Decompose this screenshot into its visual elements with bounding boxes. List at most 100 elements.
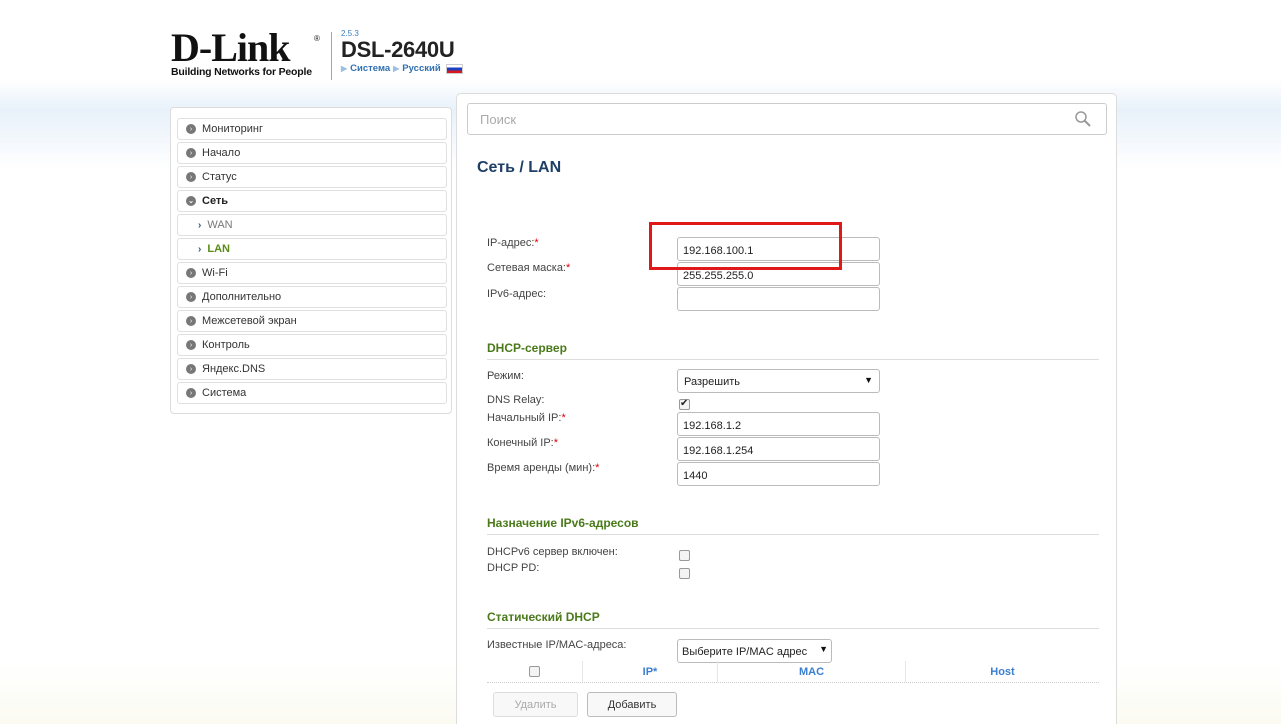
sidebar-item-label: Мониторинг <box>202 123 264 135</box>
static-dhcp-table-header: IP* MAC Host <box>487 661 1099 683</box>
search-icon[interactable] <box>1074 110 1092 128</box>
sidebar-item-label: Контроль <box>202 339 250 351</box>
sidebar-item-advanced[interactable]: › Дополнительно <box>177 286 447 308</box>
breadcrumb: ▶ Система ▶ Русский <box>341 63 463 74</box>
device-info: 2.5.3 DSL-2640U ▶ Система ▶ Русский <box>341 29 463 74</box>
sidebar-item-label: Сеть <box>202 195 229 207</box>
dropdown-arrow-icon: ▼ <box>864 375 873 385</box>
chevron-right-icon: › <box>198 243 202 255</box>
dns-relay-checkbox[interactable] <box>679 398 690 410</box>
ipv6-address-field[interactable] <box>677 287 880 311</box>
sidebar-item-start[interactable]: › Начало <box>177 142 447 164</box>
required-mark: * <box>595 462 600 474</box>
dhcp-mode-select[interactable]: Разрешить ▼ <box>677 369 880 393</box>
ip-address-label-text: IP-адрес: <box>487 237 535 249</box>
known-addresses-value: Выберите IP/MAC адрес <box>682 646 808 658</box>
expand-icon: › <box>186 268 196 278</box>
sidebar-item-label: LAN <box>207 243 230 255</box>
known-addresses-select[interactable]: Выберите IP/MAC адрес ▼ <box>677 639 832 663</box>
lease-time-label: Время аренды (мин):* <box>487 462 599 474</box>
sidebar: › Мониторинг › Начало › Статус ⌄ Сеть › … <box>170 107 452 414</box>
dns-relay-label: DNS Relay: <box>487 394 545 406</box>
sidebar-item-label: Яндекс.DNS <box>202 363 266 375</box>
language-link[interactable]: Русский <box>402 63 440 74</box>
subnet-mask-label: Сетевая маска:* <box>487 262 570 274</box>
delete-button[interactable]: Удалить <box>493 692 578 717</box>
dhcpv6-server-label: DHCPv6 сервер включен: <box>487 546 618 558</box>
static-dhcp-section-title: Статический DHCP <box>487 610 1099 629</box>
dlink-logo: D-Link ® Building Networks for People <box>171 25 323 80</box>
ip-address-highlight-box <box>649 222 842 270</box>
column-ip: IP* <box>582 661 717 682</box>
start-ip-label-text: Начальный IP: <box>487 412 562 424</box>
sidebar-item-label: Статус <box>202 171 237 183</box>
lease-time-label-text: Время аренды (мин): <box>487 462 596 474</box>
sidebar-item-control[interactable]: › Контроль <box>177 334 447 356</box>
subnet-mask-label-text: Сетевая маска: <box>487 262 566 274</box>
registered-mark: ® <box>314 34 320 43</box>
lease-time-field[interactable] <box>677 462 880 486</box>
sidebar-item-label: Межсетевой экран <box>202 315 297 327</box>
expand-icon: › <box>186 172 196 182</box>
ip-address-label: IP-адрес:* <box>487 237 539 249</box>
sidebar-item-label: Wi-Fi <box>202 267 228 279</box>
page-title: Сеть / LAN <box>477 159 562 176</box>
required-mark: * <box>553 437 558 449</box>
breadcrumb-arrow-icon: ▶ <box>341 64 348 73</box>
expand-icon: › <box>186 148 196 158</box>
sidebar-item-monitoring[interactable]: › Мониторинг <box>177 118 447 140</box>
collapse-icon: ⌄ <box>186 196 196 206</box>
russian-flag-icon[interactable] <box>445 63 463 74</box>
sidebar-item-label: WAN <box>207 219 233 231</box>
dhcp-mode-value: Разрешить <box>684 376 740 388</box>
ipv6-assignment-section-title: Назначение IPv6-адресов <box>487 516 1099 535</box>
sidebar-item-label: Система <box>202 387 247 399</box>
logo-text: D-Link <box>171 25 291 70</box>
dhcp-pd-label: DHCP PD: <box>487 562 540 574</box>
dropdown-arrow-icon: ▼ <box>819 644 828 654</box>
dhcp-pd-checkbox[interactable] <box>679 568 690 579</box>
logo-tagline: Building Networks for People <box>171 66 312 78</box>
start-ip-field[interactable] <box>677 412 880 436</box>
dhcpv6-server-checkbox[interactable] <box>679 550 690 561</box>
sidebar-item-system[interactable]: › Система <box>177 382 447 404</box>
required-mark: * <box>534 237 539 249</box>
sidebar-subitem-lan[interactable]: › LAN <box>177 238 447 260</box>
search-input[interactable] <box>467 103 1107 135</box>
sidebar-subitem-wan[interactable]: › WAN <box>177 214 447 236</box>
chevron-right-icon: › <box>198 219 202 231</box>
sidebar-item-firewall[interactable]: › Межсетевой экран <box>177 310 447 332</box>
dhcp-server-section-title: DHCP-сервер <box>487 341 1099 360</box>
sidebar-item-label: Начало <box>202 147 241 159</box>
sidebar-item-status[interactable]: › Статус <box>177 166 447 188</box>
start-ip-label: Начальный IP:* <box>487 412 566 424</box>
dhcp-mode-label: Режим: <box>487 370 524 382</box>
known-addresses-label: Известные IP/MAC-адреса: <box>487 639 627 651</box>
content-panel: Сеть / LAN IP-адрес:* Сетевая маска:* IP… <box>456 93 1117 724</box>
device-model: DSL-2640U <box>341 37 455 62</box>
sidebar-item-wifi[interactable]: › Wi-Fi <box>177 262 447 284</box>
expand-icon: › <box>186 388 196 398</box>
expand-icon: › <box>186 124 196 134</box>
expand-icon: › <box>186 340 196 350</box>
sidebar-item-network[interactable]: ⌄ Сеть <box>177 190 447 212</box>
sidebar-item-yandex-dns[interactable]: › Яндекс.DNS <box>177 358 447 380</box>
ipv6-address-label: IPv6-адрес: <box>487 288 547 300</box>
expand-icon: › <box>186 316 196 326</box>
expand-icon: › <box>186 292 196 302</box>
end-ip-field[interactable] <box>677 437 880 461</box>
sidebar-item-label: Дополнительно <box>202 291 282 303</box>
end-ip-label: Конечный IP:* <box>487 437 558 449</box>
required-mark: * <box>561 412 566 424</box>
column-mac: MAC <box>717 661 905 682</box>
required-mark: * <box>566 262 571 274</box>
column-host: Host <box>905 661 1099 682</box>
add-button[interactable]: Добавить <box>587 692 677 717</box>
end-ip-label-text: Конечный IP: <box>487 437 554 449</box>
breadcrumb-arrow-icon: ▶ <box>393 64 400 73</box>
select-all-column <box>487 661 582 682</box>
breadcrumb-system-link[interactable]: Система <box>350 63 390 74</box>
expand-icon: › <box>186 364 196 374</box>
select-all-checkbox[interactable] <box>529 666 540 677</box>
header-divider <box>331 32 332 80</box>
